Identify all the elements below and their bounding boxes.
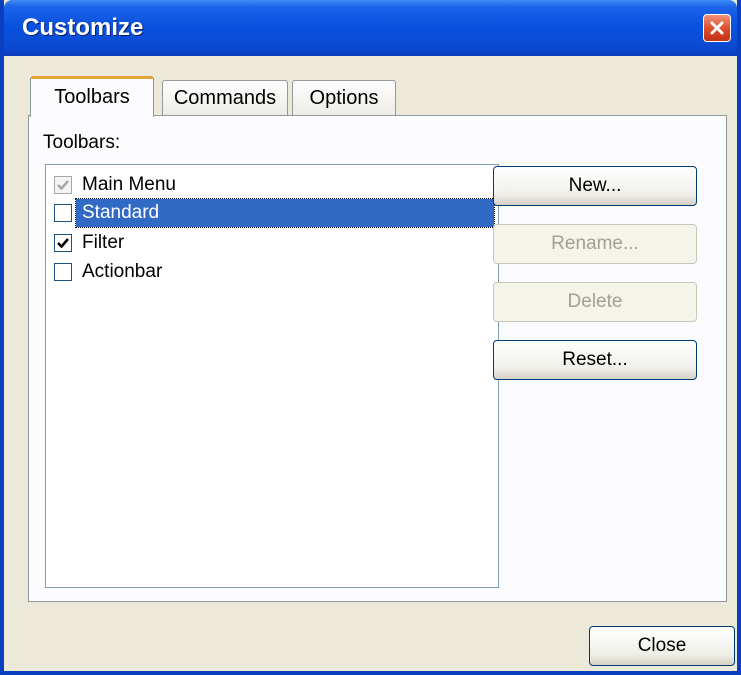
filter-checkbox[interactable] xyxy=(54,234,72,252)
close-button[interactable]: Close xyxy=(589,626,735,666)
tab-commands[interactable]: Commands xyxy=(162,80,288,116)
list-item-label: Actionbar xyxy=(82,261,163,282)
close-icon[interactable] xyxy=(703,14,731,42)
title-bar[interactable]: Customize xyxy=(4,0,737,56)
standard-checkbox[interactable] xyxy=(54,204,72,222)
list-item-label: Filter xyxy=(82,232,125,253)
window-title: Customize xyxy=(22,14,144,41)
customize-dialog: Customize Toolbars Commands Options Tool… xyxy=(0,0,741,675)
list-item-filter[interactable]: Filter xyxy=(52,229,494,257)
rename-button[interactable]: Rename... xyxy=(493,224,697,264)
actionbar-checkbox[interactable] xyxy=(54,263,72,281)
tab-toolbars[interactable]: Toolbars xyxy=(30,76,154,117)
list-item-label: Standard xyxy=(82,202,160,223)
toolbars-listbox[interactable]: Main Menu Standard Filter Actionbar xyxy=(45,164,499,588)
list-item-standard[interactable]: Standard xyxy=(52,198,495,228)
main-menu-checkbox[interactable] xyxy=(54,176,72,194)
new-button[interactable]: New... xyxy=(493,166,697,206)
reset-button[interactable]: Reset... xyxy=(493,340,697,380)
tab-options[interactable]: Options xyxy=(292,80,396,116)
toolbars-list-label: Toolbars: xyxy=(43,132,121,153)
list-item-main-menu[interactable]: Main Menu xyxy=(52,171,494,199)
list-item-actionbar[interactable]: Actionbar xyxy=(52,258,494,286)
list-item-label: Main Menu xyxy=(82,174,176,195)
delete-button[interactable]: Delete xyxy=(493,282,697,322)
